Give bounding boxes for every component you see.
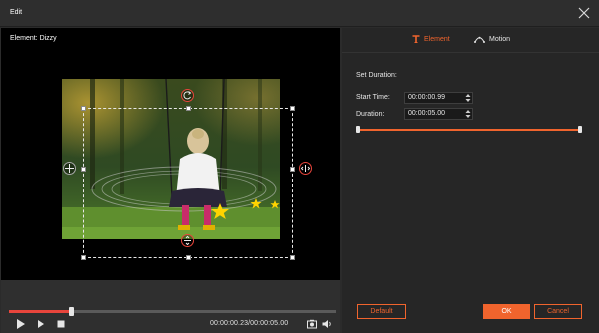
range-end-handle[interactable] [578,126,582,133]
title-bar: Edit [0,0,599,27]
rotate-icon[interactable] [181,89,194,102]
seek-bar[interactable] [9,307,336,316]
settings-panel: Element Motion Set Duration: Start Time:… [342,28,599,333]
playback-controls: 00:00:00.23/00:00:05.00 [1,280,340,333]
flip-vertical-icon[interactable] [181,234,194,247]
duration-field[interactable]: 00:00:05.00 [404,108,473,120]
duration-value: 00:00:05.00 [408,110,445,117]
window-title: Edit [10,9,23,16]
start-time-label: Start Time: [356,94,390,101]
timecode: 00:00:00.23/00:00:05.00 [210,320,289,327]
start-time-value: 00:00:00.99 [408,94,445,101]
tab-element-label: Element [424,35,450,43]
cancel-button[interactable]: Cancel [534,304,582,319]
move-icon[interactable] [63,162,76,175]
resize-handle-right[interactable] [290,167,295,172]
start-time-stepper-icon[interactable] [465,93,471,103]
ok-button[interactable]: OK [483,304,530,319]
resize-handle-bottom[interactable] [186,255,191,260]
resize-handle-bottom-right[interactable] [290,255,295,260]
tab-motion[interactable]: Motion [474,35,510,43]
start-time-field[interactable]: 00:00:00.99 [404,92,473,104]
play-icon[interactable] [16,319,26,329]
flip-horizontal-icon[interactable] [299,162,312,175]
resize-handle-top-left[interactable] [81,106,86,111]
resize-handle-bottom-left[interactable] [81,255,86,260]
element-name-label: Element: Dizzy [10,35,57,42]
default-button[interactable]: Default [357,304,406,319]
stop-icon[interactable] [56,319,66,329]
duration-range-slider[interactable] [356,126,582,133]
resize-handle-top[interactable] [186,106,191,111]
resize-handle-left[interactable] [81,167,86,172]
panel-tabs: Element Motion [342,28,599,53]
close-icon[interactable] [578,7,590,19]
resize-handle-top-right[interactable] [290,106,295,111]
range-start-handle[interactable] [356,126,360,133]
play-next-icon[interactable] [36,319,46,329]
seek-progress [9,310,72,313]
set-duration-heading: Set Duration: [356,72,397,79]
tab-element[interactable]: Element [412,35,450,43]
preview-panel: Element: Dizzy 00:00:00.23/00:00:05.00 [1,28,340,333]
duration-stepper-icon[interactable] [465,109,471,119]
duration-label: Duration: [356,111,385,118]
snapshot-icon[interactable] [307,319,317,329]
element-icon [412,35,420,43]
tab-motion-label: Motion [489,35,511,43]
seek-handle[interactable] [69,307,75,316]
volume-icon[interactable] [322,319,332,329]
motion-icon [474,36,485,43]
